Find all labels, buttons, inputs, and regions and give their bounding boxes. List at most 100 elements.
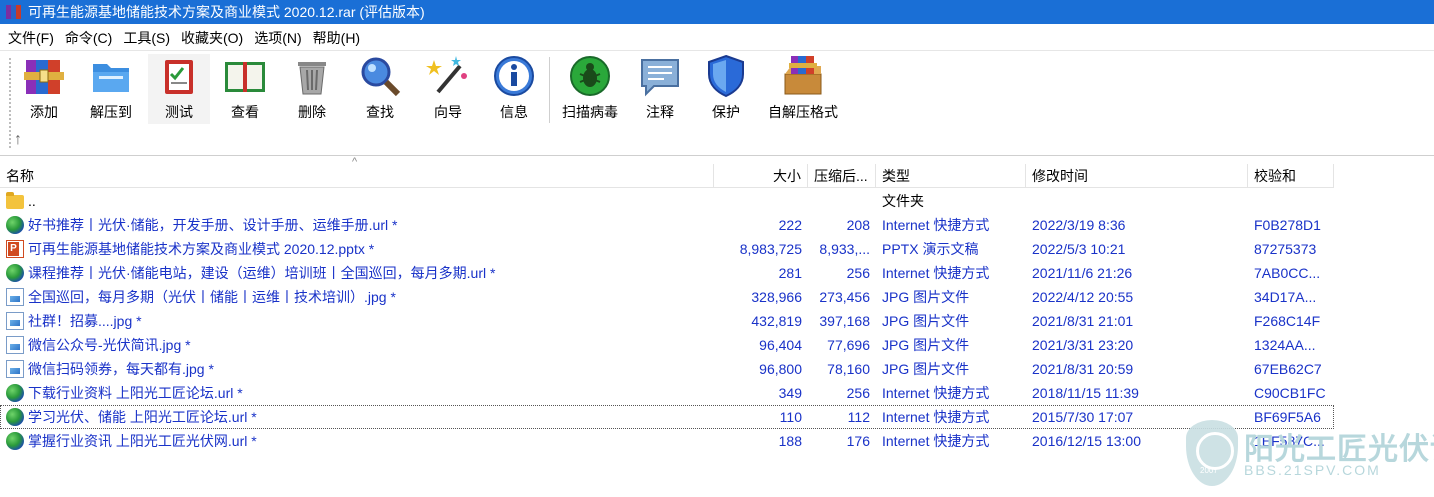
column-header-packed[interactable]: 压缩后... bbox=[808, 164, 876, 188]
view-button[interactable]: 查看 bbox=[218, 54, 272, 124]
file-type: 文件夹 bbox=[882, 193, 924, 209]
find-button[interactable]: 查找 bbox=[356, 54, 404, 124]
file-modified: 2021/3/31 23:20 bbox=[1032, 337, 1134, 353]
file-packed: 256 bbox=[846, 265, 870, 281]
file-modified bbox=[1026, 189, 1248, 213]
file-packed bbox=[808, 189, 876, 213]
file-modified: 2018/11/15 11:39 bbox=[1032, 385, 1139, 401]
file-size: 222 bbox=[778, 217, 802, 233]
file-modified: 2022/4/12 20:55 bbox=[1032, 289, 1134, 305]
file-crc: 7AB0CC... bbox=[1254, 265, 1321, 281]
wizard-button[interactable]: 向导 bbox=[424, 54, 472, 124]
toolbar-separator bbox=[549, 57, 550, 123]
extract-to-button[interactable]: 解压到 bbox=[84, 54, 138, 124]
sfx-button[interactable]: 自解压格式 bbox=[762, 54, 844, 124]
file-name: 社群！招募....jpg * bbox=[28, 313, 142, 329]
file-type: JPG 图片文件 bbox=[882, 361, 970, 377]
sfx-box-icon bbox=[781, 54, 825, 98]
menu-bar: 文件(F) 命令(C) 工具(S) 收藏夹(O) 选项(N) 帮助(H) bbox=[0, 26, 1434, 50]
file-row[interactable]: 微信公众号-光伏简讯.jpg * 96,404 77,696 JPG 图片文件 … bbox=[0, 333, 1334, 357]
file-type: JPG 图片文件 bbox=[882, 337, 970, 353]
winrar-app-icon bbox=[6, 4, 22, 20]
comment-label: 注释 bbox=[646, 104, 674, 120]
file-row[interactable]: 社群！招募....jpg * 432,819 397,168 JPG 图片文件 … bbox=[0, 309, 1334, 333]
delete-button[interactable]: 删除 bbox=[288, 54, 336, 124]
jpg-file-icon bbox=[6, 288, 24, 306]
file-row[interactable]: 微信扫码领券，每天都有.jpg * 96,800 78,160 JPG 图片文件… bbox=[0, 357, 1334, 381]
file-crc: F268C14F bbox=[1254, 313, 1321, 329]
file-crc: F0B278D1 bbox=[1254, 217, 1321, 233]
menu-help[interactable]: 帮助(H) bbox=[309, 28, 364, 48]
file-row[interactable]: 掌握行业资讯 上阳光工匠光伏网.url * 188 176 Internet 快… bbox=[0, 429, 1334, 453]
extract-folder-icon bbox=[89, 54, 133, 98]
column-header-modified[interactable]: 修改时间 bbox=[1026, 164, 1248, 188]
internet-shortcut-icon bbox=[6, 216, 24, 234]
menu-file[interactable]: 文件(F) bbox=[4, 28, 58, 48]
file-row[interactable]: 好书推荐丨光伏·储能，开发手册、设计手册、运维手册.url * 222 208 … bbox=[0, 213, 1334, 237]
file-crc: BF69F5A6 bbox=[1254, 409, 1321, 425]
comment-button[interactable]: 注释 bbox=[636, 54, 684, 124]
file-name: 微信公众号-光伏简讯.jpg * bbox=[28, 337, 191, 353]
extract-to-label: 解压到 bbox=[90, 104, 132, 120]
internet-shortcut-icon bbox=[6, 264, 24, 282]
file-size: 281 bbox=[778, 265, 802, 281]
file-crc bbox=[1248, 189, 1334, 213]
comment-icon bbox=[638, 54, 682, 98]
info-icon bbox=[492, 54, 536, 98]
toolbar-grip[interactable] bbox=[8, 57, 12, 149]
menu-favorites[interactable]: 收藏夹(O) bbox=[177, 28, 247, 48]
column-header-name[interactable]: 名称 bbox=[0, 164, 714, 188]
test-label: 测试 bbox=[165, 104, 193, 120]
file-crc: 67EB62C7 bbox=[1254, 361, 1322, 377]
find-label: 查找 bbox=[366, 104, 394, 120]
test-button[interactable]: 测试 bbox=[148, 54, 210, 124]
scan-virus-label: 扫描病毒 bbox=[562, 104, 618, 120]
file-name: .. bbox=[28, 193, 36, 209]
file-row[interactable]: 下载行业资料 上阳光工匠论坛.url * 349 256 Internet 快捷… bbox=[0, 381, 1334, 405]
file-packed: 112 bbox=[847, 409, 870, 425]
file-row-parent[interactable]: .. 文件夹 bbox=[0, 189, 1334, 213]
folder-icon bbox=[6, 192, 24, 209]
column-header-size[interactable]: 大小 bbox=[714, 164, 808, 188]
file-type: Internet 快捷方式 bbox=[882, 217, 990, 233]
file-packed: 77,696 bbox=[827, 337, 870, 353]
column-header-crc[interactable]: 校验和 bbox=[1248, 164, 1334, 188]
file-type: Internet 快捷方式 bbox=[882, 385, 990, 401]
search-magnifier-icon bbox=[358, 54, 402, 98]
file-size: 188 bbox=[778, 433, 802, 449]
up-folder-arrow-icon[interactable]: ↑ bbox=[14, 131, 22, 149]
protect-button[interactable]: 保护 bbox=[702, 54, 750, 124]
file-row[interactable]: 课程推荐丨光伏·储能电站，建设（运维）培训班丨全国巡回，每月多期.url * 2… bbox=[0, 261, 1334, 285]
menu-options[interactable]: 选项(N) bbox=[250, 28, 305, 48]
view-label: 查看 bbox=[231, 104, 259, 120]
scan-virus-button[interactable]: 扫描病毒 bbox=[556, 54, 624, 124]
file-modified: 2021/8/31 21:01 bbox=[1032, 313, 1134, 329]
file-size: 96,404 bbox=[759, 337, 802, 353]
menu-tools[interactable]: 工具(S) bbox=[119, 28, 174, 48]
menu-commands[interactable]: 命令(C) bbox=[61, 28, 116, 48]
trash-bin-icon bbox=[290, 54, 334, 98]
internet-shortcut-icon bbox=[6, 432, 24, 450]
wizard-label: 向导 bbox=[434, 104, 462, 120]
file-size: 110 bbox=[779, 409, 802, 425]
shield-protect-icon bbox=[704, 54, 748, 98]
file-row-focused[interactable]: 学习光伏、储能 上阳光工匠论坛.url * 110 112 Internet 快… bbox=[0, 405, 1334, 429]
file-name: 掌握行业资讯 上阳光工匠光伏网.url * bbox=[28, 433, 257, 449]
jpg-file-icon bbox=[6, 336, 24, 354]
window-title: 可再生能源基地储能技术方案及商业模式 2020.12.rar (评估版本) bbox=[28, 4, 425, 20]
file-name: 课程推荐丨光伏·储能电站，建设（运维）培训班丨全国巡回，每月多期.url * bbox=[28, 265, 496, 281]
virus-scan-icon bbox=[568, 54, 612, 98]
file-packed: 208 bbox=[846, 217, 870, 233]
file-row[interactable]: 可再生能源基地储能技术方案及商业模式 2020.12.pptx * 8,983,… bbox=[0, 237, 1334, 261]
file-type: JPG 图片文件 bbox=[882, 313, 970, 329]
column-header-type[interactable]: 类型 bbox=[876, 164, 1026, 188]
file-type: Internet 快捷方式 bbox=[882, 265, 990, 281]
file-modified: 2022/5/3 10:21 bbox=[1032, 241, 1126, 257]
file-packed: 78,160 bbox=[827, 361, 870, 377]
file-crc: 1324AA... bbox=[1254, 337, 1316, 353]
file-name: 下载行业资料 上阳光工匠论坛.url * bbox=[28, 385, 243, 401]
add-button[interactable]: 添加 bbox=[20, 54, 68, 124]
file-row[interactable]: 全国巡回，每月多期（光伏丨储能丨运维丨技术培训）.jpg * 328,966 2… bbox=[0, 285, 1334, 309]
file-packed: 8,933,... bbox=[819, 241, 870, 257]
info-button[interactable]: 信息 bbox=[490, 54, 538, 124]
